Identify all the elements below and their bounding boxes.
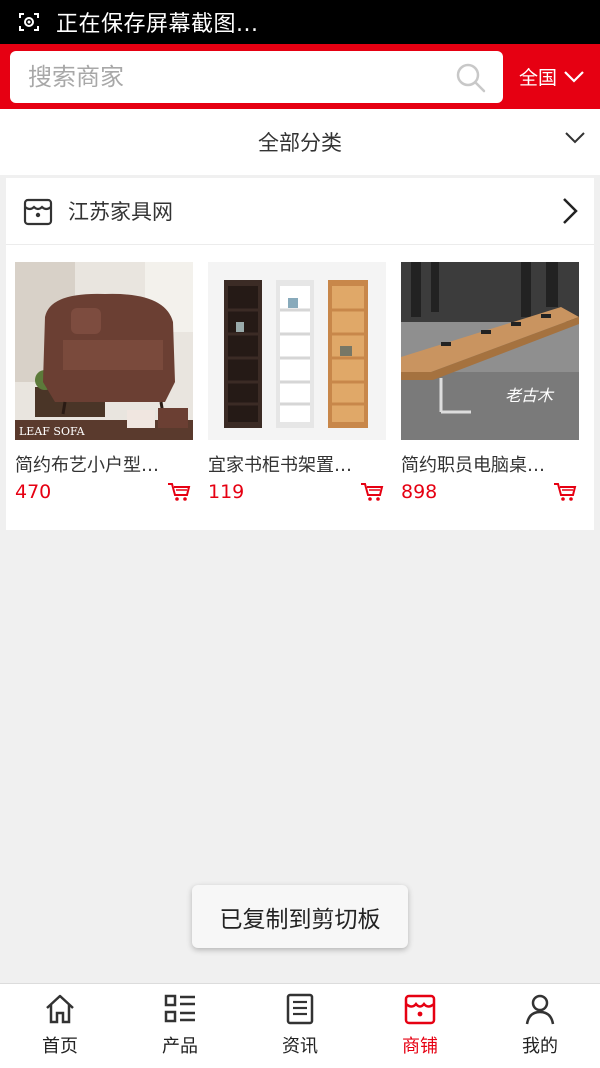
region-selector[interactable]: 全国	[519, 63, 585, 90]
news-icon	[286, 993, 314, 1025]
shop-card: 江苏家具网 LEAF SOFA 简约布艺小户型… 470 宜家书柜书架置… 11…	[6, 178, 594, 530]
nav-label: 我的	[522, 1036, 558, 1057]
bottom-nav: 首页 产品 资讯 商铺 我的	[0, 983, 600, 1068]
nav-label: 产品	[162, 1036, 198, 1057]
product-list: LEAF SOFA 简约布艺小户型… 470 宜家书柜书架置… 119 老古木 …	[6, 245, 594, 503]
nav-label: 资讯	[282, 1036, 318, 1057]
product-card[interactable]: LEAF SOFA 简约布艺小户型… 470	[15, 262, 193, 503]
search-input[interactable]	[26, 61, 430, 92]
office-desk-image[interactable]: 老古木	[401, 262, 579, 440]
nav-news[interactable]: 资讯	[240, 984, 360, 1068]
product-list-icon	[164, 994, 195, 1023]
search-icon[interactable]	[455, 62, 487, 94]
home-icon	[46, 994, 74, 1024]
search-box[interactable]	[10, 50, 503, 103]
category-filter[interactable]: 全部分类	[0, 109, 600, 175]
product-price: 470	[15, 481, 52, 503]
chevron-right-icon	[563, 198, 578, 224]
product-name[interactable]: 宜家书柜书架置…	[208, 451, 386, 477]
user-icon	[525, 994, 555, 1025]
nav-label: 商铺	[402, 1036, 438, 1057]
status-text: 正在保存屏幕截图...	[56, 12, 259, 37]
bookshelves-image[interactable]	[208, 262, 386, 440]
region-label: 全国	[519, 67, 558, 89]
shop-icon	[23, 198, 53, 226]
nav-home[interactable]: 首页	[0, 984, 120, 1068]
product-card[interactable]: 老古木 简约职员电脑桌… 898	[401, 262, 579, 503]
store-icon	[404, 994, 436, 1025]
nav-stores[interactable]: 商铺	[360, 984, 480, 1068]
nav-products[interactable]: 产品	[120, 984, 240, 1068]
category-label: 全部分类	[258, 131, 342, 155]
nav-label: 首页	[42, 1036, 78, 1057]
sofa-caption: LEAF SOFA	[19, 425, 85, 438]
copied-toast: 已复制到剪切板	[192, 885, 408, 948]
search-header: 全国	[0, 44, 600, 109]
chevron-down-icon	[564, 70, 584, 83]
screenshot-icon	[18, 11, 40, 33]
product-price: 119	[208, 481, 245, 503]
product-name[interactable]: 简约布艺小户型…	[15, 451, 193, 477]
cart-icon[interactable]	[360, 481, 384, 503]
nav-me[interactable]: 我的	[480, 984, 600, 1068]
status-bar: 正在保存屏幕截图...	[0, 0, 600, 44]
product-price: 898	[401, 481, 438, 503]
shop-name: 江苏家具网	[68, 200, 173, 224]
product-name[interactable]: 简约职员电脑桌…	[401, 451, 579, 477]
desk-watermark: 老古木	[504, 386, 553, 405]
brown-sofa-image[interactable]: LEAF SOFA	[15, 262, 193, 440]
product-card[interactable]: 宜家书柜书架置… 119	[208, 262, 386, 503]
cart-icon[interactable]	[553, 481, 577, 503]
chevron-down-icon	[565, 132, 585, 144]
shop-header[interactable]: 江苏家具网	[6, 178, 594, 245]
cart-icon[interactable]	[167, 481, 191, 503]
